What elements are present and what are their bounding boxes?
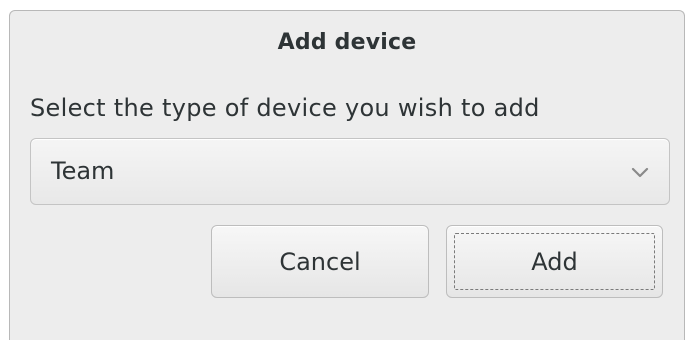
device-type-selected-value: Team (51, 157, 115, 185)
add-button-label: Add (531, 247, 578, 276)
dialog-titlebar: Add device (10, 11, 684, 73)
cancel-button[interactable]: Cancel (211, 225, 429, 298)
add-device-dialog: Add device Select the type of device you… (9, 10, 685, 340)
device-type-dropdown[interactable]: Team (30, 138, 670, 205)
device-type-prompt: Select the type of device you wish to ad… (30, 94, 540, 122)
add-button[interactable]: Add (446, 225, 663, 298)
chevron-down-icon (631, 167, 649, 178)
cancel-button-label: Cancel (279, 247, 361, 276)
dialog-title: Add device (277, 29, 417, 55)
